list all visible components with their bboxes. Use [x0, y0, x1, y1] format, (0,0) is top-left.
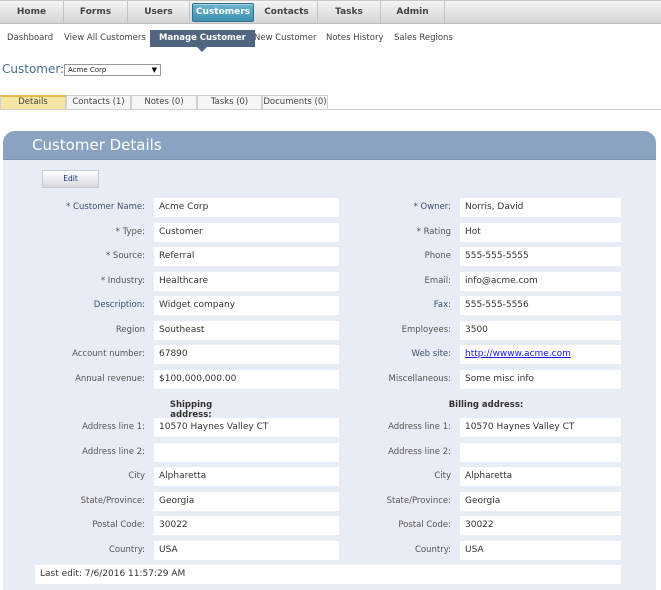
- panel-title: Customer Details: [32, 136, 162, 154]
- nav-tab-admin[interactable]: Admin: [381, 1, 445, 24]
- nav-tab-customers[interactable]: Customers: [192, 3, 254, 22]
- field-value: [154, 442, 339, 462]
- shipping-address-heading: Shipping address:: [169, 400, 213, 420]
- subnav-view-all-customers[interactable]: View All Customers: [64, 30, 146, 47]
- field-label: State/Province:: [80, 495, 145, 506]
- field-value: 10570 Haynes Valley CT: [154, 418, 339, 437]
- field-label: Region: [115, 324, 145, 335]
- field-label: * Rating: [416, 226, 451, 237]
- edit-button[interactable]: Edit: [42, 170, 99, 188]
- field-label: * Type:: [115, 226, 145, 237]
- field-label: * Customer Name:: [66, 202, 145, 212]
- nav-tab-forms[interactable]: Forms: [64, 1, 128, 24]
- field-value: Georgia: [460, 491, 621, 511]
- website-link[interactable]: http://wwww.acme.com: [465, 349, 571, 359]
- field-label: Address line 1:: [388, 422, 451, 432]
- field-label: * Owner:: [413, 202, 451, 212]
- field-value: 30022: [154, 516, 339, 535]
- nav-tab-home[interactable]: Home: [0, 1, 64, 24]
- field-value: Southeast: [154, 320, 339, 340]
- panel-header: Customer Details: [3, 131, 656, 160]
- field-label: Fax:: [433, 300, 451, 310]
- field-label: Address line 2:: [388, 446, 451, 457]
- field-label: * Industry:: [100, 275, 145, 286]
- field-label: Phone: [424, 251, 451, 261]
- nav-tab-tasks[interactable]: Tasks: [318, 1, 381, 24]
- field-value: Hot: [460, 222, 621, 242]
- field-label: Country:: [108, 544, 145, 555]
- tab-notes[interactable]: Notes (0): [131, 95, 197, 109]
- field-label: Miscellaneous:: [388, 373, 451, 384]
- field-label: Annual revenue:: [75, 373, 145, 384]
- field-label: City: [434, 471, 451, 481]
- field-value: [460, 442, 621, 462]
- last-edit-text: Last edit: 7/6/2016 11:57:29 AM: [35, 565, 621, 584]
- field-value: http://wwww.acme.com: [460, 345, 621, 364]
- field-value: 555-555-5555: [460, 247, 621, 266]
- field-value: USA: [460, 540, 621, 560]
- field-value: Alpharetta: [154, 467, 339, 486]
- field-label: Account number:: [72, 349, 145, 359]
- field-value: 10570 Haynes Valley CT: [460, 418, 621, 437]
- field-value: Alpharetta: [460, 467, 621, 486]
- dropdown-arrow-icon: ▼: [151, 66, 157, 74]
- field-value: Customer: [154, 222, 339, 242]
- customer-select[interactable]: Acme Corp ▼: [64, 64, 161, 76]
- field-label: City: [128, 471, 145, 481]
- field-label: Address line 1:: [82, 422, 145, 432]
- field-label: Postal Code:: [92, 520, 145, 530]
- subnav-sales-regions[interactable]: Sales Regions: [394, 30, 453, 47]
- subnav-notes-history[interactable]: Notes History: [326, 30, 384, 47]
- field-label: * Source:: [105, 251, 145, 261]
- field-label: Web site:: [411, 349, 451, 359]
- field-value: Widget company: [154, 296, 339, 315]
- field-label: Country:: [414, 544, 451, 555]
- detail-tabs: Details Contacts (1) Notes (0) Tasks (0)…: [0, 95, 661, 110]
- subnav-manage-customer[interactable]: Manage Customer: [150, 30, 255, 52]
- top-nav: Home Forms Users Customers Contacts Task…: [0, 0, 661, 24]
- field-label: Email:: [424, 275, 451, 286]
- field-value: 30022: [460, 516, 621, 535]
- field-label: Description:: [93, 300, 145, 310]
- nav-tab-users[interactable]: Users: [128, 1, 190, 24]
- field-value: Georgia: [154, 491, 339, 511]
- field-value: Acme Corp: [154, 198, 339, 217]
- field-label: State/Province:: [386, 495, 451, 506]
- field-label: Postal Code:: [398, 520, 451, 530]
- field-value: Norris, David: [460, 198, 621, 217]
- field-value: 3500: [460, 320, 621, 340]
- billing-address-heading: Billing address:: [448, 400, 524, 410]
- field-label: Address line 2:: [82, 446, 145, 457]
- tab-details[interactable]: Details: [0, 95, 66, 109]
- field-value: 555-555-5556: [460, 296, 621, 315]
- field-value: Referral: [154, 247, 339, 266]
- subnav-dashboard[interactable]: Dashboard: [7, 30, 53, 47]
- field-value: 67890: [154, 345, 339, 364]
- field-value: Some misc info: [460, 369, 621, 389]
- tab-documents[interactable]: Documents (0): [262, 95, 328, 109]
- field-label: Employees:: [401, 324, 451, 335]
- field-value: $100,000,000.00: [154, 369, 339, 389]
- subnav-new-customer[interactable]: New Customer: [254, 30, 317, 47]
- customer-selector-label: Customer:: [2, 62, 65, 76]
- tab-tasks[interactable]: Tasks (0): [197, 95, 262, 109]
- field-value: info@acme.com: [460, 271, 621, 291]
- tab-contacts[interactable]: Contacts (1): [66, 95, 131, 109]
- nav-tab-contacts[interactable]: Contacts: [256, 1, 318, 24]
- customer-select-value: Acme Corp: [68, 66, 107, 74]
- sub-nav: Dashboard View All Customers Manage Cust…: [0, 28, 661, 52]
- field-value: Healthcare: [154, 271, 339, 291]
- field-value: USA: [154, 540, 339, 560]
